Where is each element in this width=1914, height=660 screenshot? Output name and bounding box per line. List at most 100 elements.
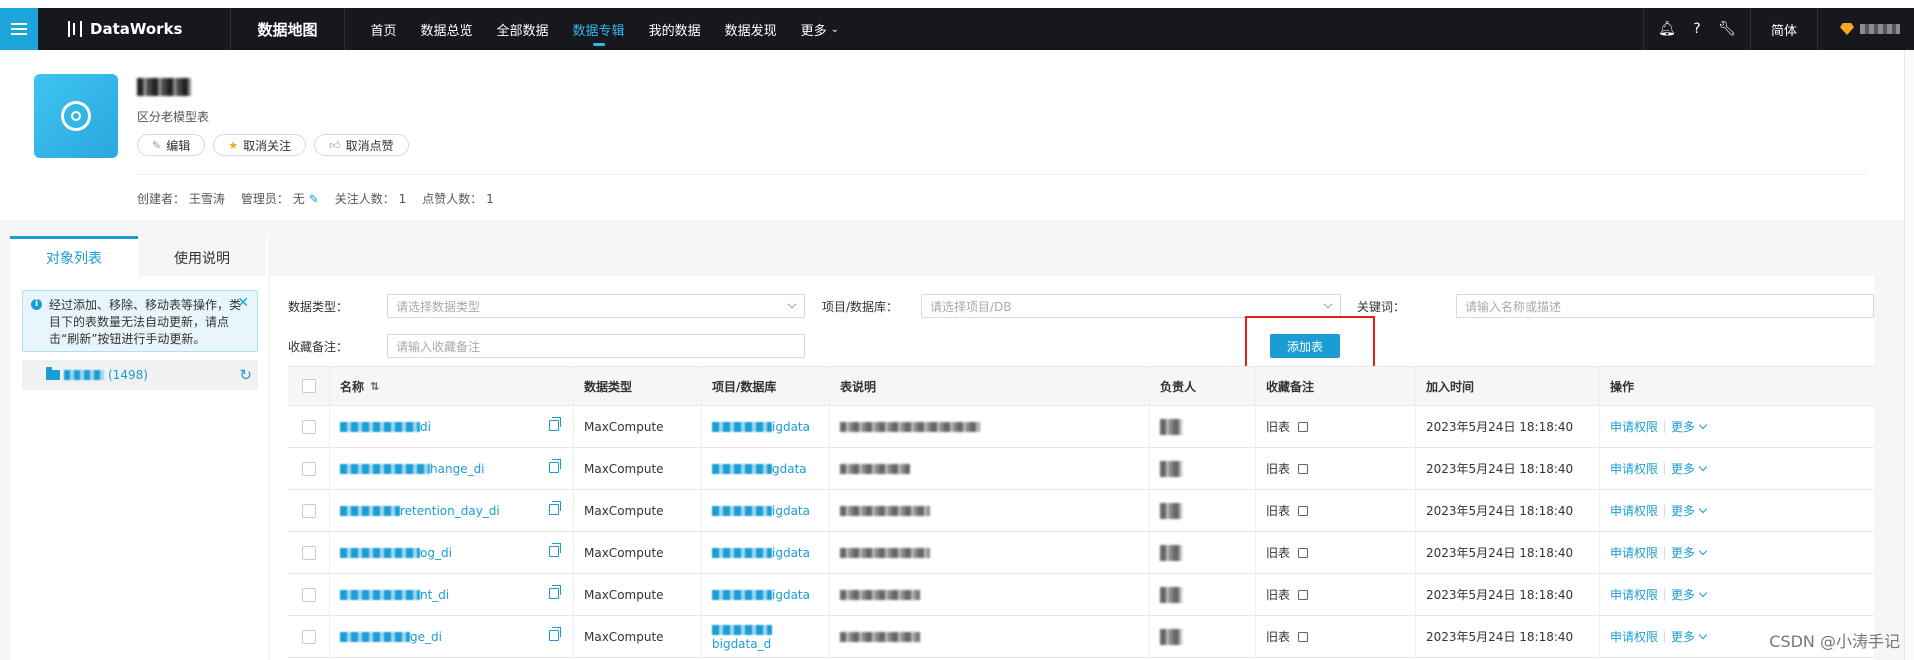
nav-home[interactable]: 首页 xyxy=(359,8,409,50)
unfollow-button[interactable]: ★ 取消关注 xyxy=(213,134,307,156)
apply-permission-link[interactable]: 申请权限 xyxy=(1610,502,1658,519)
edit-icon[interactable] xyxy=(1298,505,1309,516)
project-link[interactable]: igdata xyxy=(712,420,810,434)
tab-usage[interactable]: 使用说明 xyxy=(138,236,266,276)
copy-icon[interactable] xyxy=(549,417,561,431)
name-redacted xyxy=(340,632,410,642)
more-actions-link[interactable]: 更多 xyxy=(1671,502,1708,519)
col-name[interactable]: 名称 ⇅ xyxy=(330,367,574,405)
info-icon: i xyxy=(31,299,42,310)
table-name-link[interactable]: hange_di xyxy=(340,462,485,476)
project-link[interactable]: igdata xyxy=(712,588,810,602)
nav-albums[interactable]: 数据专辑 xyxy=(561,8,637,50)
name-redacted xyxy=(340,422,420,432)
description-cell xyxy=(830,448,1150,489)
edit-icon[interactable] xyxy=(1298,589,1309,600)
edit-icon[interactable] xyxy=(1298,463,1309,474)
unlike-button[interactable]: 👍︎ 取消点赞 xyxy=(314,134,409,156)
edit-button[interactable]: ✎ 编辑 xyxy=(137,134,206,156)
folder-item[interactable]: (1498) ↻ xyxy=(22,360,258,390)
note-input[interactable]: 请输入收藏备注 xyxy=(387,334,805,358)
row-checkbox-cell xyxy=(288,574,330,615)
copy-icon[interactable] xyxy=(549,543,561,557)
close-icon[interactable]: ✕ xyxy=(237,295,249,312)
copy-icon[interactable] xyxy=(549,627,561,641)
table-row: nt_di MaxCompute igdata 旧表 2023年5月24日 18… xyxy=(288,574,1874,616)
copy-icon[interactable] xyxy=(549,501,561,515)
disc-icon xyxy=(61,101,91,131)
apply-permission-link[interactable]: 申请权限 xyxy=(1610,544,1658,561)
project-link[interactable]: igdata xyxy=(712,504,810,518)
table-name-link[interactable]: nt_di xyxy=(340,588,449,602)
table-name-link[interactable]: og_di xyxy=(340,546,452,560)
apply-permission-link[interactable]: 申请权限 xyxy=(1610,586,1658,603)
logo[interactable]: DataWorks xyxy=(38,8,198,50)
project-link[interactable]: gdata xyxy=(712,462,807,476)
album-title-redacted xyxy=(137,78,191,96)
table: 名称 ⇅ 数据类型 项目/数据库 表说明 负责人 收藏备注 加入时间 操作 di … xyxy=(288,366,1874,658)
select-all-checkbox[interactable] xyxy=(301,379,316,393)
more-label: 更多 xyxy=(1671,504,1696,518)
scrollbar[interactable] xyxy=(1904,50,1914,660)
row-checkbox-cell xyxy=(288,532,330,573)
keyword-input[interactable]: 请输入名称或描述 xyxy=(1456,294,1874,318)
project-link[interactable]: bigdata_d xyxy=(712,623,819,651)
row-checkbox[interactable] xyxy=(301,629,316,644)
table-name-cell: hange_di xyxy=(330,448,574,489)
apply-permission-link[interactable]: 申请权限 xyxy=(1610,460,1658,477)
table-name-link[interactable]: retention_day_di xyxy=(340,504,500,518)
note-cell: 旧表 xyxy=(1256,574,1416,615)
tip-text: 经过添加、移除、移动表等操作，类目下的表数量无法自动更新，请点击“刷新”按钮进行… xyxy=(49,298,242,346)
actions-cell: 申请权限 更多 xyxy=(1600,448,1874,489)
project-link[interactable]: igdata xyxy=(712,546,810,560)
chevron-down-icon xyxy=(1698,630,1708,640)
more-actions-link[interactable]: 更多 xyxy=(1671,628,1708,645)
language-switch[interactable]: 简体 xyxy=(1759,20,1809,39)
copy-icon[interactable] xyxy=(549,585,561,599)
project-redacted xyxy=(712,548,772,558)
table-name-cell: retention_day_di xyxy=(330,490,574,531)
table-name-link[interactable]: di xyxy=(340,420,431,434)
description-cell xyxy=(830,616,1150,657)
tab-object-list[interactable]: 对象列表 xyxy=(10,236,138,276)
refresh-icon[interactable]: ↻ xyxy=(239,366,252,384)
owner-cell xyxy=(1150,574,1256,615)
row-checkbox[interactable] xyxy=(301,503,316,518)
nav-more[interactable]: 更多 ⌄ xyxy=(789,8,851,50)
edit-icon[interactable] xyxy=(1298,421,1309,432)
apply-permission-link[interactable]: 申请权限 xyxy=(1610,418,1658,435)
bell-icon[interactable]: 🔔︎ xyxy=(1652,8,1682,50)
project-tail: igdata xyxy=(772,503,810,518)
help-icon[interactable]: ? xyxy=(1682,8,1712,50)
user-menu[interactable] xyxy=(1826,23,1914,35)
nav-overview[interactable]: 数据总览 xyxy=(409,8,485,50)
col-description: 表说明 xyxy=(830,367,1150,405)
type-select[interactable]: 请选择数据类型 xyxy=(387,294,805,318)
nav-my-data[interactable]: 我的数据 xyxy=(637,8,713,50)
copy-icon[interactable] xyxy=(549,459,561,473)
more-actions-link[interactable]: 更多 xyxy=(1671,544,1708,561)
nav-discover[interactable]: 数据发现 xyxy=(713,8,789,50)
row-checkbox[interactable] xyxy=(301,545,316,560)
wrench-icon[interactable]: 🔧︎ xyxy=(1712,8,1742,50)
section-title[interactable]: 数据地图 xyxy=(230,8,345,50)
more-actions-link[interactable]: 更多 xyxy=(1671,418,1708,435)
edit-icon[interactable] xyxy=(1298,631,1309,642)
description-redacted xyxy=(840,421,980,432)
edit-admin-icon[interactable]: ✎ xyxy=(309,192,319,206)
more-actions-link[interactable]: 更多 xyxy=(1671,460,1708,477)
more-actions-link[interactable]: 更多 xyxy=(1671,586,1708,603)
row-checkbox[interactable] xyxy=(301,419,316,434)
row-checkbox[interactable] xyxy=(301,461,316,476)
type-label: 数据类型： xyxy=(288,300,349,314)
table-name-link[interactable]: ge_di xyxy=(340,630,442,644)
row-checkbox[interactable] xyxy=(301,587,316,602)
info-tip: i 经过添加、移除、移动表等操作，类目下的表数量无法自动更新，请点击“刷新”按钮… xyxy=(22,290,258,352)
sort-icon[interactable]: ⇅ xyxy=(370,380,379,393)
apply-permission-link[interactable]: 申请权限 xyxy=(1610,628,1658,645)
menu-icon[interactable] xyxy=(0,8,38,50)
edit-icon[interactable] xyxy=(1298,547,1309,558)
time-cell: 2023年5月24日 18:18:40 xyxy=(1416,616,1600,657)
nav-all-data[interactable]: 全部数据 xyxy=(485,8,561,50)
project-select[interactable]: 请选择项目/DB xyxy=(921,294,1341,318)
